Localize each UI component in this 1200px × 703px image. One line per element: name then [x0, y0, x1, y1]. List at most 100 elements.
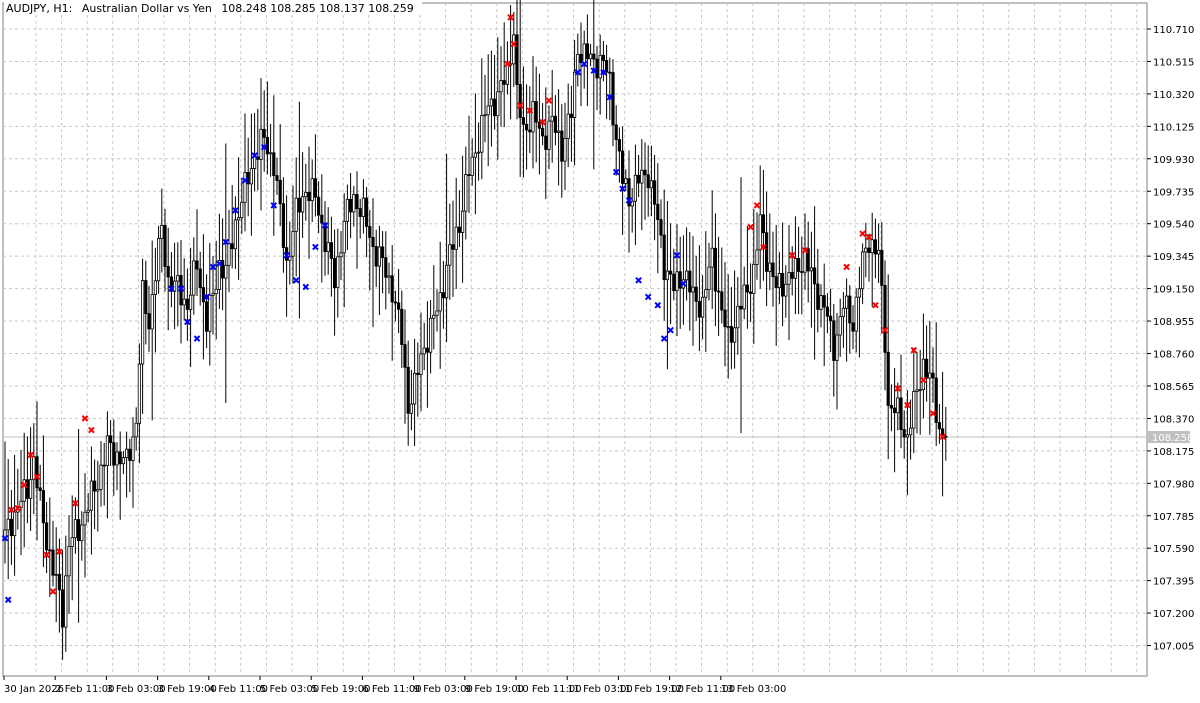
candle-body — [877, 249, 881, 255]
candle-body — [787, 272, 791, 285]
candle-body — [409, 403, 414, 414]
candle-body — [793, 258, 798, 279]
candle-body — [643, 169, 647, 176]
candle-body — [489, 98, 494, 107]
candle-body — [915, 389, 919, 392]
candle-body — [163, 224, 167, 267]
candle-body — [77, 519, 81, 542]
y-tick-label: 109.150 — [1153, 285, 1194, 296]
candle-body — [195, 260, 199, 270]
candle-body — [800, 271, 804, 273]
candle-body — [428, 317, 433, 353]
candle-body — [601, 54, 606, 61]
candle-body — [765, 232, 769, 272]
candle-body — [294, 197, 298, 232]
candle-body — [777, 273, 782, 288]
candle-body — [310, 178, 314, 202]
candle-body — [697, 300, 702, 318]
candle-body — [537, 121, 542, 129]
candle-body — [585, 43, 590, 60]
symbol-description: Australian Dollar vs Yen — [81, 2, 212, 15]
candle-body — [198, 268, 202, 289]
candle-body — [899, 397, 903, 431]
y-tick-label: 107.785 — [1153, 512, 1194, 523]
candle-body — [67, 546, 71, 577]
candle-body — [646, 174, 650, 189]
candle-body — [528, 129, 532, 133]
candle-body — [102, 464, 106, 467]
candle-body — [813, 267, 817, 285]
price-chart[interactable]: 110.710 110.515 110.320 110.125 109.930 109.7… — [0, 0, 1200, 700]
candle-body — [659, 219, 663, 236]
candle-body — [125, 448, 129, 459]
candle-body — [848, 295, 852, 324]
candle-body — [249, 168, 253, 185]
candle-body — [147, 313, 151, 330]
candle-body — [467, 174, 471, 176]
chart-canvas[interactable]: 110.710 110.515 110.320 110.125 109.930 109.7… — [0, 0, 1200, 700]
candle-body — [432, 314, 436, 319]
candle-body — [12, 511, 17, 537]
candle-body — [928, 372, 932, 379]
y-tick-label: 108.955 — [1153, 317, 1194, 328]
candle-body — [480, 114, 484, 153]
candle-body — [192, 260, 196, 296]
candle-body — [937, 422, 942, 430]
candle-body — [121, 457, 125, 465]
candle-body — [278, 179, 282, 205]
candle-body — [499, 80, 503, 93]
candle-body — [505, 64, 510, 85]
candle-body — [608, 71, 612, 74]
candle-body — [694, 286, 698, 302]
candle-body — [80, 524, 84, 542]
candle-body — [566, 113, 570, 139]
candle-body — [857, 288, 862, 298]
candle-body — [144, 280, 148, 315]
candle-body — [710, 247, 714, 268]
candle-body — [460, 210, 465, 233]
candle-body — [492, 98, 497, 117]
candle-body — [921, 358, 926, 391]
price-axis[interactable]: 110.710 110.515 110.320 110.125 109.930 109.7… — [1147, 25, 1194, 653]
x-tick-label: 13 Feb 03:00 — [721, 684, 787, 695]
candle-body — [454, 226, 458, 250]
candle-body — [227, 243, 231, 266]
candle-body — [112, 442, 116, 466]
candle-body — [70, 537, 74, 547]
candle-body — [105, 435, 109, 466]
time-axis[interactable]: 30 Jan 20262 Feb 11:003 Feb 03:003 Feb 1… — [3, 676, 787, 695]
candle-body — [496, 91, 500, 117]
candle-body — [93, 480, 97, 492]
candle-body — [316, 196, 321, 216]
y-tick-label: 107.395 — [1153, 577, 1194, 588]
candle-body — [944, 435, 948, 438]
candle-body — [640, 169, 644, 184]
y-tick-label: 107.200 — [1153, 609, 1194, 620]
candle-body — [589, 53, 593, 60]
y-tick-label: 108.565 — [1153, 382, 1194, 393]
candle-body — [870, 239, 874, 254]
candle-body — [733, 327, 737, 343]
y-tick-label: 109.345 — [1153, 252, 1194, 263]
candle-body — [326, 242, 330, 253]
candle-body — [701, 296, 705, 318]
candle-body — [717, 290, 721, 293]
candle-body — [592, 53, 596, 60]
candle-body — [781, 273, 785, 297]
candle-body — [35, 456, 39, 489]
candle-body — [166, 266, 170, 278]
candle-body — [845, 295, 849, 309]
candle-body — [396, 302, 401, 310]
candle-body — [73, 519, 77, 539]
y-tick-label: 108.760 — [1153, 350, 1194, 361]
candle-body — [6, 518, 10, 531]
candle-body — [633, 174, 638, 202]
candle-body — [160, 224, 164, 239]
candle-body — [57, 573, 62, 591]
candle-body — [448, 244, 452, 266]
candle-body — [825, 306, 830, 317]
candle-body — [355, 194, 359, 209]
candle-body — [118, 451, 122, 465]
candle-body — [387, 275, 391, 278]
candle-body — [726, 326, 730, 328]
